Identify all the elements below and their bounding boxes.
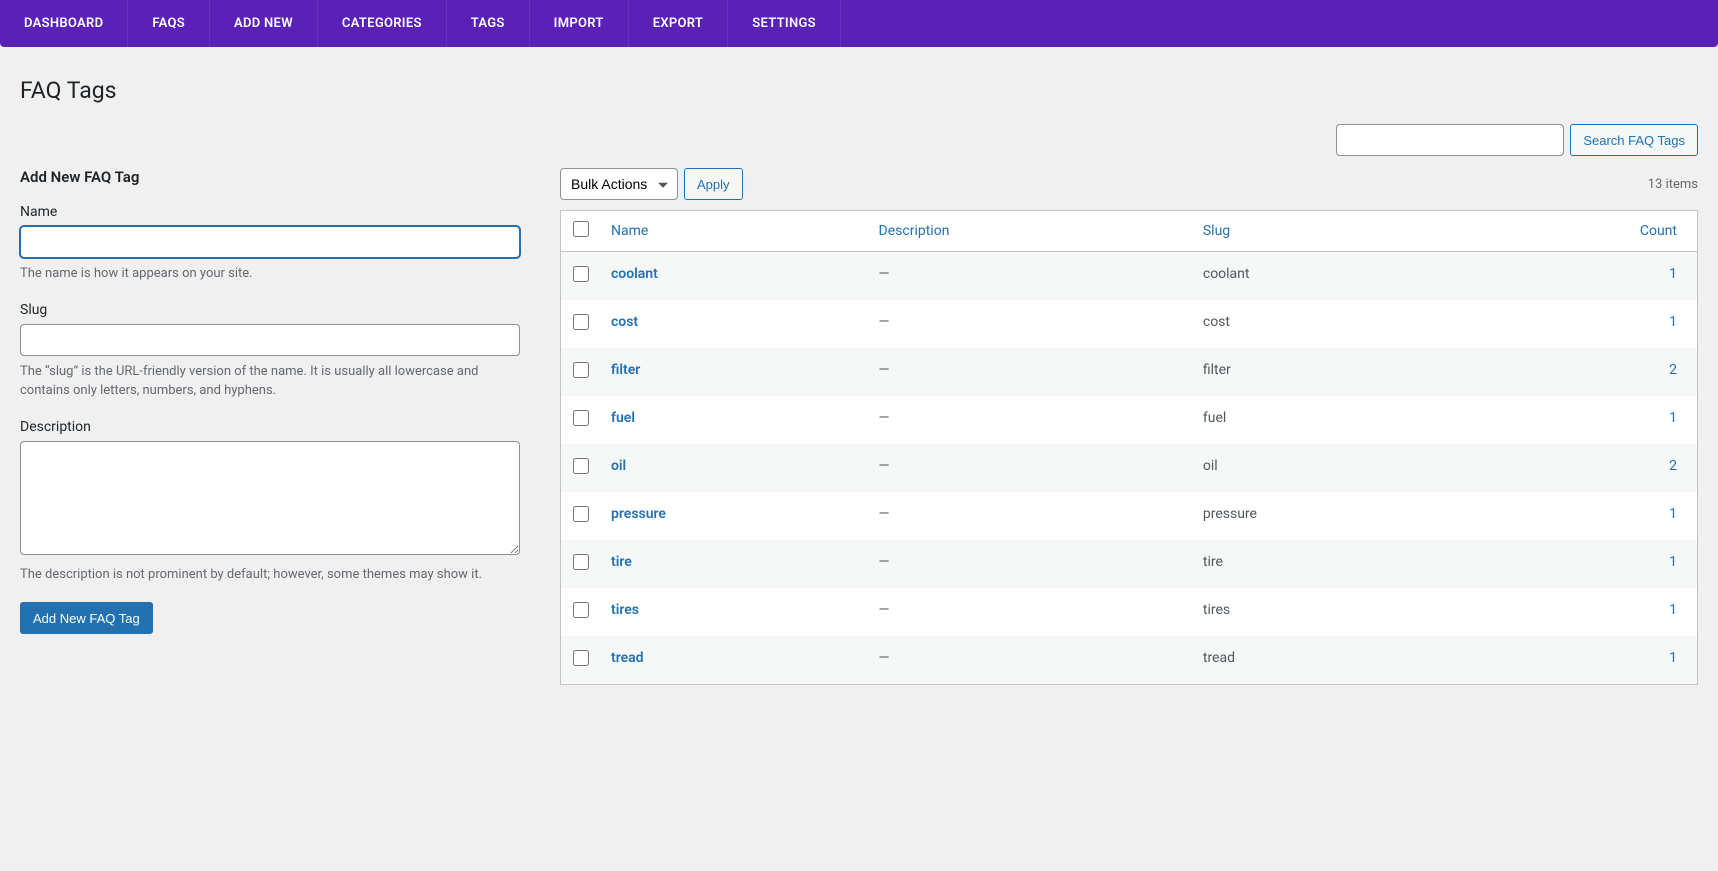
- tag-description: —: [869, 396, 1193, 444]
- tag-name-link[interactable]: cost: [611, 314, 638, 330]
- tags-table: Name Description Slug Count coolant—cool…: [560, 210, 1698, 685]
- nav-faqs[interactable]: FAQS: [128, 0, 210, 47]
- tag-count-link[interactable]: 1: [1669, 602, 1677, 618]
- tag-description: —: [869, 492, 1193, 540]
- column-header-name[interactable]: Name: [601, 211, 869, 252]
- search-input[interactable]: [1336, 124, 1564, 156]
- nav-tags[interactable]: TAGS: [447, 0, 530, 47]
- row-checkbox[interactable]: [573, 410, 589, 426]
- name-help: The name is how it appears on your site.: [20, 264, 520, 284]
- name-input[interactable]: [20, 226, 520, 258]
- row-checkbox[interactable]: [573, 650, 589, 666]
- row-checkbox[interactable]: [573, 602, 589, 618]
- table-row: tire—tire1: [561, 540, 1697, 588]
- apply-button[interactable]: Apply: [684, 168, 743, 200]
- row-checkbox[interactable]: [573, 458, 589, 474]
- column-header-slug[interactable]: Slug: [1193, 211, 1457, 252]
- tag-description: —: [869, 348, 1193, 396]
- tag-count-link[interactable]: 2: [1669, 362, 1677, 378]
- name-label: Name: [20, 204, 520, 220]
- row-checkbox[interactable]: [573, 554, 589, 570]
- tag-description: —: [869, 444, 1193, 492]
- tag-slug: pressure: [1193, 492, 1457, 540]
- nav-import[interactable]: IMPORT: [530, 0, 629, 47]
- form-section-title: Add New FAQ Tag: [20, 168, 520, 186]
- nav-export[interactable]: EXPORT: [629, 0, 729, 47]
- top-nav: DASHBOARD FAQS ADD NEW CATEGORIES TAGS I…: [0, 0, 1718, 47]
- nav-dashboard[interactable]: DASHBOARD: [0, 0, 128, 47]
- tag-count-link[interactable]: 2: [1669, 458, 1677, 474]
- tag-slug: coolant: [1193, 252, 1457, 300]
- table-row: tires—tires1: [561, 588, 1697, 636]
- tag-count-link[interactable]: 1: [1669, 410, 1677, 426]
- row-checkbox[interactable]: [573, 266, 589, 282]
- tag-slug: tires: [1193, 588, 1457, 636]
- row-checkbox[interactable]: [573, 314, 589, 330]
- bulk-actions-select[interactable]: Bulk Actions: [560, 168, 678, 200]
- select-all-checkbox[interactable]: [573, 221, 589, 237]
- tag-slug: tire: [1193, 540, 1457, 588]
- slug-input[interactable]: [20, 324, 520, 356]
- tag-count-link[interactable]: 1: [1669, 266, 1677, 282]
- description-input[interactable]: [20, 441, 520, 555]
- tag-name-link[interactable]: pressure: [611, 506, 666, 522]
- tag-slug: filter: [1193, 348, 1457, 396]
- tag-name-link[interactable]: coolant: [611, 266, 658, 282]
- tag-name-link[interactable]: tires: [611, 602, 639, 618]
- tag-name-link[interactable]: tread: [611, 650, 644, 666]
- tag-slug: fuel: [1193, 396, 1457, 444]
- tag-count-link[interactable]: 1: [1669, 650, 1677, 666]
- slug-help: The “slug” is the URL-friendly version o…: [20, 362, 520, 401]
- tag-description: —: [869, 540, 1193, 588]
- add-new-tag-button[interactable]: Add New FAQ Tag: [20, 602, 153, 634]
- tag-slug: cost: [1193, 300, 1457, 348]
- tag-name-link[interactable]: oil: [611, 458, 626, 474]
- tag-description: —: [869, 300, 1193, 348]
- column-header-description[interactable]: Description: [869, 211, 1193, 252]
- description-label: Description: [20, 419, 520, 435]
- table-row: fuel—fuel1: [561, 396, 1697, 444]
- tag-name-link[interactable]: filter: [611, 362, 640, 378]
- row-checkbox[interactable]: [573, 362, 589, 378]
- tag-description: —: [869, 252, 1193, 300]
- nav-settings[interactable]: SETTINGS: [728, 0, 841, 47]
- table-row: filter—filter2: [561, 348, 1697, 396]
- tag-name-link[interactable]: fuel: [611, 410, 635, 426]
- tag-name-link[interactable]: tire: [611, 554, 632, 570]
- row-checkbox[interactable]: [573, 506, 589, 522]
- table-row: cost—cost1: [561, 300, 1697, 348]
- nav-categories[interactable]: CATEGORIES: [318, 0, 447, 47]
- table-row: oil—oil2: [561, 444, 1697, 492]
- table-row: pressure—pressure1: [561, 492, 1697, 540]
- page-title: FAQ Tags: [20, 77, 1698, 104]
- slug-label: Slug: [20, 302, 520, 318]
- tag-description: —: [869, 636, 1193, 684]
- tag-count-link[interactable]: 1: [1669, 506, 1677, 522]
- description-help: The description is not prominent by defa…: [20, 565, 520, 585]
- nav-add-new[interactable]: ADD NEW: [210, 0, 318, 47]
- table-row: coolant—coolant1: [561, 252, 1697, 300]
- tag-slug: tread: [1193, 636, 1457, 684]
- search-button[interactable]: Search FAQ Tags: [1570, 124, 1698, 156]
- items-count: 13 items: [1648, 177, 1698, 192]
- table-row: tread—tread1: [561, 636, 1697, 684]
- tag-count-link[interactable]: 1: [1669, 554, 1677, 570]
- tag-description: —: [869, 588, 1193, 636]
- tag-count-link[interactable]: 1: [1669, 314, 1677, 330]
- tag-slug: oil: [1193, 444, 1457, 492]
- column-header-count[interactable]: Count: [1457, 211, 1697, 252]
